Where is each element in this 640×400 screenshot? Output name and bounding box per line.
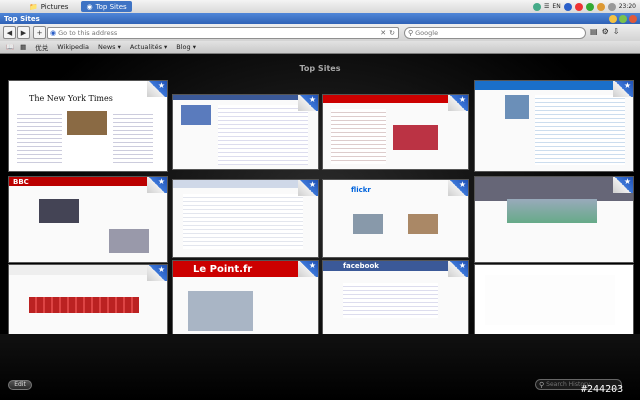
search-bar[interactable]: ⚲ [404, 27, 586, 39]
input-language[interactable]: EN [552, 3, 560, 10]
site-thumbnail[interactable] [474, 264, 634, 338]
site-thumbnail[interactable]: ★ [172, 94, 319, 170]
add-bookmark-button[interactable]: + [33, 26, 46, 39]
status-icon[interactable] [533, 2, 542, 11]
menu-bar: 📁 Pictures ◉ Top Sites ☰ EN 23:20 [0, 0, 640, 14]
stop-icon[interactable]: ✕ [380, 29, 386, 37]
toolbar-right: ▤ ⚙ ⇩ [590, 27, 619, 36]
download-icon[interactable]: ⇩ [613, 27, 620, 36]
wifi-icon[interactable]: ☰ [544, 3, 549, 10]
pin-star-icon[interactable]: ★ [448, 95, 468, 111]
address-bar[interactable]: ◉ ✕ ↻ [47, 27, 399, 39]
safari-icon: ◉ [86, 2, 93, 11]
forward-button[interactable]: ▶ [17, 26, 30, 39]
site-title: facebook [343, 262, 379, 270]
watermark: #244203 [581, 384, 624, 395]
search-input[interactable] [413, 28, 568, 38]
maximize-button[interactable] [619, 14, 627, 23]
bookmark-blog[interactable]: Blog ▾ [176, 43, 196, 51]
bookmarks-bar: 📖 ▦ 优兑 Wikipedia News ▾ Actualités ▾ Blo… [0, 41, 640, 54]
pin-star-icon[interactable]: ★ [448, 261, 468, 277]
site-thumbnail[interactable]: Le Point.fr ★ [172, 260, 319, 338]
app-tab-pictures[interactable]: 📁 Pictures [24, 1, 73, 12]
bookmark-news[interactable]: News ▾ [98, 43, 121, 51]
thumbnail-reflection [0, 334, 640, 400]
pin-star-icon[interactable]: ★ [147, 177, 167, 193]
minimize-button[interactable] [609, 14, 617, 23]
page-title: Top Sites [299, 64, 341, 73]
messenger-icon[interactable] [585, 2, 594, 11]
site-thumbnail[interactable]: BBC ★ [8, 176, 168, 263]
pin-star-icon[interactable]: ★ [448, 180, 468, 196]
tray-icon[interactable] [596, 2, 605, 11]
bookmarks-icon[interactable]: 📖 [6, 43, 14, 51]
edit-button[interactable]: Edit [8, 380, 32, 390]
bookmark-actualites[interactable]: Actualités ▾ [130, 43, 167, 51]
address-input[interactable] [56, 29, 379, 37]
page-menu-icon[interactable]: ▤ [590, 27, 598, 36]
top-sites-view: Top Sites The New York Times ★ ★ ★ ★ BBC… [0, 54, 640, 400]
menu-extras: ☰ EN 23:20 [533, 2, 640, 11]
pin-star-icon[interactable]: ★ [298, 95, 318, 111]
site-thumbnail[interactable]: ★ [8, 264, 168, 338]
back-button[interactable]: ◀ [3, 26, 16, 39]
folder-icon: 📁 [29, 2, 38, 11]
bookmark-item[interactable]: 优兑 [35, 42, 48, 52]
top-sites-grid-icon[interactable]: ▦ [20, 43, 26, 51]
site-title: The New York Times [29, 94, 113, 103]
pin-star-icon[interactable]: ★ [613, 81, 633, 97]
pin-star-icon[interactable]: ★ [147, 81, 167, 97]
pin-star-icon[interactable]: ★ [613, 177, 633, 193]
close-button[interactable] [629, 14, 637, 23]
gear-icon[interactable]: ⚙ [602, 27, 609, 36]
notification-icon[interactable] [574, 2, 583, 11]
site-thumbnail[interactable]: facebook ★ [322, 260, 469, 338]
window-title: Top Sites [4, 14, 40, 23]
site-thumbnail[interactable]: ★ [474, 80, 634, 172]
help-icon[interactable] [563, 2, 572, 11]
pin-star-icon[interactable]: ★ [147, 265, 167, 281]
site-thumbnail[interactable]: ★ [322, 94, 469, 170]
pin-star-icon[interactable]: ★ [298, 180, 318, 196]
site-thumbnail[interactable]: The New York Times ★ [8, 80, 168, 172]
site-title: flickr [351, 186, 371, 194]
app-tab-label: Top Sites [95, 2, 127, 11]
site-thumbnail[interactable]: flickr ★ [322, 179, 469, 258]
pin-star-icon[interactable]: ★ [298, 261, 318, 277]
site-title: BBC [13, 178, 29, 186]
site-title: Le Point.fr [193, 264, 253, 275]
bookmark-wikipedia[interactable]: Wikipedia [57, 43, 89, 51]
reload-icon[interactable]: ↻ [389, 29, 395, 37]
window-title-bar: Top Sites [0, 13, 640, 24]
browser-toolbar: ◀ ▶ + ◉ ✕ ↻ ⚲ ▤ ⚙ ⇩ [0, 24, 640, 41]
clock[interactable]: 23:20 [619, 3, 636, 10]
site-thumbnail[interactable]: ★ [474, 176, 634, 263]
site-thumbnail[interactable]: ★ [172, 179, 319, 258]
app-tab-top-sites[interactable]: ◉ Top Sites [81, 1, 132, 12]
volume-icon[interactable] [607, 2, 616, 11]
app-tab-label: Pictures [40, 2, 69, 11]
